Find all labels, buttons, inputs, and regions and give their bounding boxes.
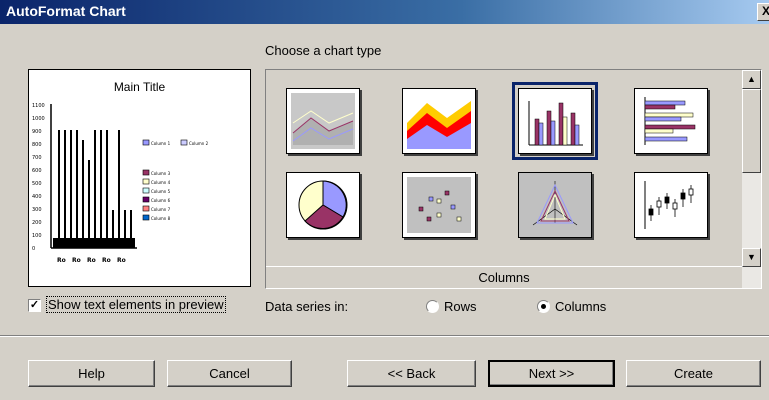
preview-x-tick: Ro (117, 257, 126, 264)
area-3d-icon (291, 93, 355, 149)
next-button[interactable]: Next >> (488, 360, 615, 387)
chart-type-columns[interactable] (512, 82, 598, 160)
scroll-thumb[interactable] (742, 89, 761, 173)
preview-y-tick: 700 (32, 155, 42, 161)
gallery-content: Columns (266, 70, 742, 288)
preview-y-tick: 1000 (32, 116, 45, 122)
preview-legend-item: Column 2 (189, 141, 209, 146)
preview-y-tick: 900 (32, 129, 42, 135)
bar-chart-icon (644, 97, 696, 145)
preview-legend-item: Column 6 (151, 198, 171, 203)
scatter-chart-icon (407, 177, 471, 233)
show-text-label: Show text elements in preview (46, 296, 226, 313)
chart-type-stock[interactable] (634, 172, 708, 238)
chart-type-pie[interactable] (286, 172, 360, 238)
chart-type-net[interactable] (518, 172, 592, 238)
window-title: AutoFormat Chart (6, 3, 126, 19)
chart-type-bars[interactable] (634, 88, 708, 154)
chart-type-scatter[interactable] (402, 172, 476, 238)
selected-chart-type-caption: Columns (266, 266, 742, 285)
scroll-up-button[interactable]: ▲ (742, 70, 761, 89)
checkbox-box[interactable]: ✓ (28, 299, 41, 312)
stock-chart-icon (644, 181, 694, 229)
preview-y-tick: 1100 (32, 103, 45, 109)
preview-y-tick: 200 (32, 220, 42, 226)
preview-x-tick: Ro (72, 257, 81, 264)
button-separator (0, 335, 769, 337)
rows-radio-button[interactable] (426, 300, 439, 313)
chart-type-area-3d[interactable] (286, 88, 360, 154)
create-button[interactable]: Create (626, 360, 761, 387)
close-button[interactable]: X (757, 3, 769, 21)
chart-type-label: Choose a chart type (265, 43, 382, 58)
help-button[interactable]: Help (28, 360, 155, 387)
preview-x-tick: Ro (57, 257, 66, 264)
preview-legend-item: Column 7 (151, 207, 171, 212)
gallery-scrollbar[interactable]: ▲ ▼ (742, 70, 761, 288)
scroll-down-button[interactable]: ▼ (742, 248, 761, 267)
column-chart-icon (528, 101, 583, 146)
preview-x-tick: Ro (87, 257, 96, 264)
preview-legend-item: Column 8 (151, 216, 171, 221)
preview-y-tick: 400 (32, 194, 42, 200)
preview-legend-item: Column 1 (151, 141, 171, 146)
rows-radio-label: Rows (444, 299, 477, 314)
preview-chart: 1100 1000 900 800 700 600 500 400 300 20… (32, 103, 209, 264)
stacked-area-icon (407, 101, 471, 149)
chart-preview: Main Title 1100 1000 900 800 700 600 500… (28, 69, 251, 287)
chart-type-stacked-area[interactable] (402, 88, 476, 154)
title-bar: AutoFormat Chart X (0, 0, 769, 24)
preview-y-tick: 0 (32, 246, 35, 252)
close-icon: X (761, 4, 769, 18)
arrow-down-icon: ▼ (747, 252, 756, 262)
preview-y-tick: 300 (32, 207, 42, 213)
preview-legend-item: Column 3 (151, 171, 171, 176)
caption-divider (266, 266, 742, 267)
columns-radio-button[interactable] (537, 300, 550, 313)
preview-y-tick: 800 (32, 142, 42, 148)
data-series-label: Data series in: (265, 299, 349, 314)
preview-legend-item: Column 4 (151, 180, 171, 185)
preview-y-tick: 500 (32, 181, 42, 187)
back-button[interactable]: << Back (347, 360, 476, 387)
preview-x-tick: Ro (102, 257, 111, 264)
chart-type-gallery[interactable]: Columns ▲ ▼ (265, 69, 762, 289)
columns-radio-label: Columns (555, 299, 607, 314)
preview-y-tick: 600 (32, 168, 42, 174)
preview-y-tick: 100 (32, 233, 42, 239)
pie-chart-icon (298, 180, 348, 230)
radio-selected-dot (541, 304, 546, 309)
cancel-button[interactable]: Cancel (167, 360, 292, 387)
net-chart-icon (532, 181, 578, 226)
arrow-up-icon: ▲ (747, 74, 756, 84)
preview-legend-item: Column 5 (151, 189, 171, 194)
